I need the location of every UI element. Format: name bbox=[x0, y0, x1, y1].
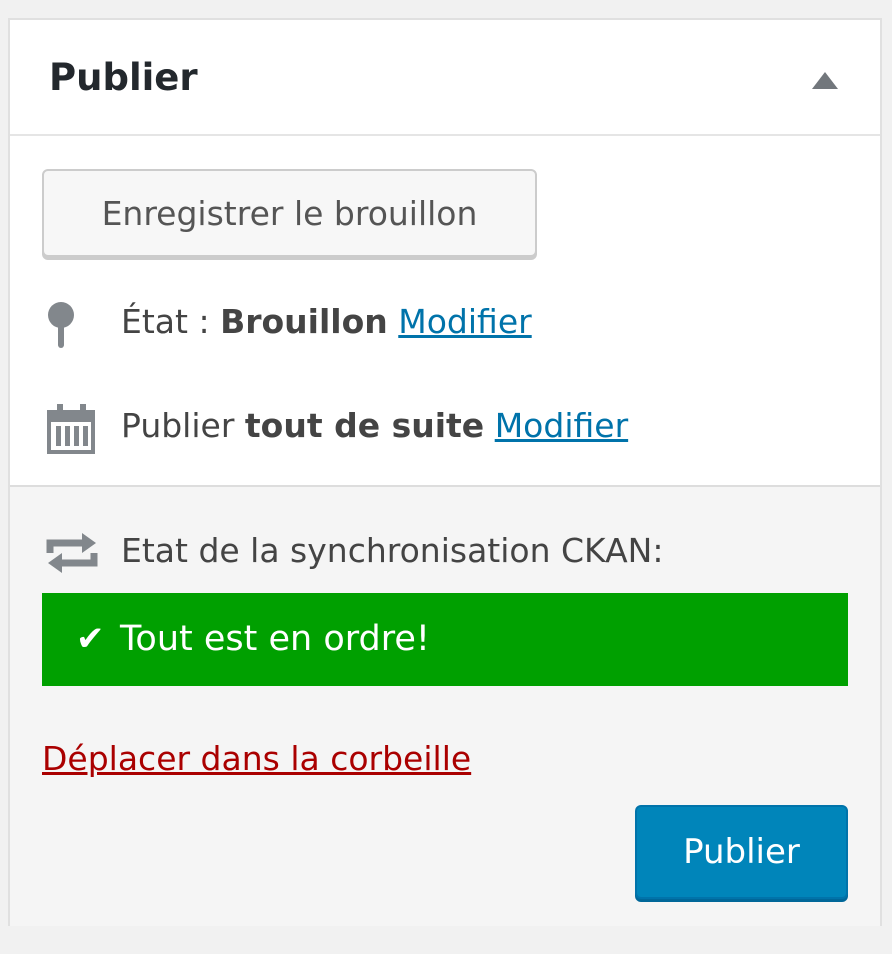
panel-footer: Etat de la synchronisation CKAN: ✔ Tout … bbox=[10, 485, 880, 926]
publish-panel: Publier Enregistrer le brouillon État : … bbox=[8, 18, 882, 926]
schedule-edit-link[interactable]: Modifier bbox=[495, 406, 628, 445]
schedule-value: tout de suite bbox=[244, 406, 485, 445]
publish-button[interactable]: Publier bbox=[635, 805, 848, 899]
schedule-label: Publier bbox=[121, 406, 235, 445]
sync-status-banner: ✔ Tout est en ordre! bbox=[42, 593, 848, 686]
sync-status-message: Tout est en ordre! bbox=[120, 619, 430, 659]
calendar-icon bbox=[46, 404, 98, 467]
move-to-trash-link[interactable]: Déplacer dans la corbeille bbox=[42, 737, 471, 781]
status-text: État : Brouillon Modifier bbox=[121, 300, 532, 344]
schedule-text: Publier tout de suite Modifier bbox=[121, 404, 628, 448]
save-draft-button[interactable]: Enregistrer le brouillon bbox=[42, 169, 537, 257]
sync-label: Etat de la synchronisation CKAN: bbox=[121, 531, 664, 570]
panel-title: Publier bbox=[49, 56, 198, 99]
pin-icon bbox=[46, 300, 76, 363]
status-edit-link[interactable]: Modifier bbox=[398, 302, 531, 341]
status-value: Brouillon bbox=[220, 302, 388, 341]
check-icon: ✔ bbox=[76, 619, 105, 659]
sync-icon bbox=[46, 531, 98, 586]
panel-header[interactable]: Publier bbox=[10, 20, 880, 136]
collapse-toggle-icon[interactable] bbox=[812, 72, 838, 89]
status-label: État : bbox=[121, 302, 210, 341]
